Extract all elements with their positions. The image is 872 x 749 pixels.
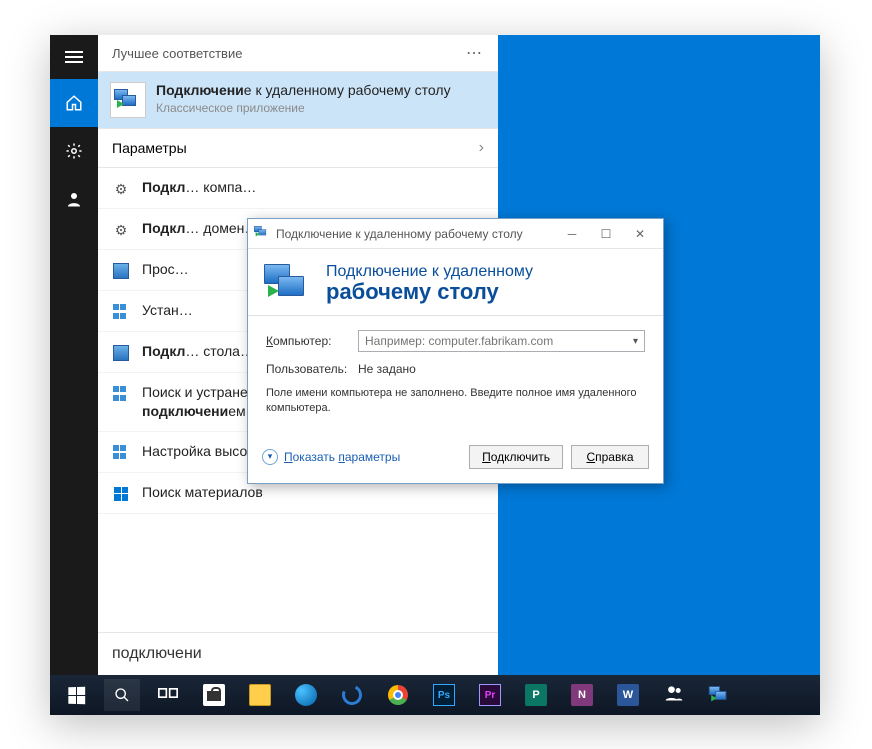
rdp-titlebar-icon xyxy=(254,226,270,242)
best-match-item[interactable]: Подключение к удаленному рабочему столу … xyxy=(98,72,498,129)
network-icon xyxy=(112,444,130,462)
result-label: Устан… xyxy=(142,301,193,320)
best-match-subtitle: Классическое приложение xyxy=(156,101,451,115)
desktop: Лучшее соответствие ⋯ Подключение к удал… xyxy=(50,35,820,675)
hamburger-icon xyxy=(65,51,83,63)
gear-icon xyxy=(112,221,130,239)
user-value: Не задано xyxy=(358,362,416,376)
search-result-item[interactable]: Подкл… компа… xyxy=(98,168,498,209)
chrome-icon xyxy=(388,685,408,705)
network-setting-icon xyxy=(112,262,130,280)
ie-icon xyxy=(339,682,365,708)
result-label: Подкл… компа… xyxy=(142,178,256,197)
search-icon xyxy=(104,679,140,711)
network-icon xyxy=(112,385,130,403)
taskbar-edge[interactable] xyxy=(284,675,328,715)
start-leftbar xyxy=(50,35,98,675)
taskbar-start[interactable] xyxy=(54,675,98,715)
chevron-down-icon[interactable]: ▾ xyxy=(626,331,644,351)
taskbar-ie[interactable] xyxy=(330,675,374,715)
minimize-button[interactable]: ─ xyxy=(555,220,589,248)
connect-button[interactable]: Подключить xyxy=(469,445,563,469)
onenote-icon: N xyxy=(571,684,593,706)
network-setting-icon xyxy=(112,344,130,362)
windows-icon xyxy=(112,485,130,503)
close-button[interactable]: ✕ xyxy=(623,220,657,248)
person-icon xyxy=(65,190,83,208)
maximize-button[interactable]: ☐ xyxy=(589,220,623,248)
leftbar-settings[interactable] xyxy=(50,127,98,175)
gear-icon xyxy=(112,180,130,198)
word-icon: W xyxy=(617,684,639,706)
gear-icon xyxy=(65,142,83,160)
taskbar-store[interactable] xyxy=(192,675,236,715)
best-match-title: Подключение к удаленному рабочему столу xyxy=(156,82,451,98)
photoshop-icon: Ps xyxy=(433,684,455,706)
dialog-title: Подключение к удаленному рабочему столу xyxy=(276,227,523,241)
computer-input[interactable] xyxy=(359,334,626,348)
start-header: Лучшее соответствие ⋯ xyxy=(98,35,498,72)
best-match-heading: Лучшее соответствие xyxy=(112,46,242,61)
hamburger-button[interactable] xyxy=(50,35,98,79)
home-icon xyxy=(65,94,83,112)
taskbar-photoshop[interactable]: Ps xyxy=(422,675,466,715)
taskbar-search[interactable] xyxy=(100,675,144,715)
taskbar-onenote[interactable]: N xyxy=(560,675,604,715)
taskbar-publisher[interactable]: P xyxy=(514,675,558,715)
chevron-down-icon: ▾ xyxy=(262,449,278,465)
dialog-heading-2: рабочему столу xyxy=(326,279,533,305)
edge-icon xyxy=(295,684,317,706)
rdp-dialog: Подключение к удаленному рабочему столу … xyxy=(247,218,664,484)
taskbar-word[interactable]: W xyxy=(606,675,650,715)
user-label: Пользователь: xyxy=(266,362,346,376)
rdp-icon xyxy=(110,82,146,118)
taskbar-chrome[interactable] xyxy=(376,675,420,715)
windows-icon xyxy=(68,686,85,704)
taskbar: Ps Pr P N W xyxy=(50,675,820,715)
taskview-icon xyxy=(158,685,178,706)
premiere-icon: Pr xyxy=(479,684,501,706)
result-label: Поиск материалов xyxy=(142,483,263,502)
publisher-icon: P xyxy=(525,684,547,706)
help-button[interactable]: Справка xyxy=(571,445,649,469)
settings-category[interactable]: Параметры › xyxy=(98,129,498,168)
network-icon xyxy=(112,303,130,321)
taskbar-premiere[interactable]: Pr xyxy=(468,675,512,715)
leftbar-people[interactable] xyxy=(50,175,98,223)
result-label: Подкл… стола… xyxy=(142,342,254,361)
more-button[interactable]: ⋯ xyxy=(466,43,484,63)
chevron-right-icon: › xyxy=(479,139,484,157)
search-box[interactable] xyxy=(98,632,498,675)
taskbar-people[interactable] xyxy=(652,675,696,715)
dialog-header: Подключение к удаленному рабочему столу xyxy=(248,249,663,316)
rdp-big-icon xyxy=(264,264,312,304)
taskbar-taskview[interactable] xyxy=(146,675,190,715)
explorer-icon xyxy=(249,684,271,706)
show-options-link[interactable]: ▾ Показать параметры xyxy=(262,449,400,465)
leftbar-home[interactable] xyxy=(50,79,98,127)
store-icon xyxy=(203,684,225,706)
result-label: Прос… xyxy=(142,260,189,279)
computer-label: Компьютер: xyxy=(266,334,346,348)
search-input[interactable] xyxy=(112,645,484,663)
dialog-hint: Поле имени компьютера не заполнено. Введ… xyxy=(266,386,645,417)
settings-label: Параметры xyxy=(112,140,187,156)
taskbar-rdp[interactable] xyxy=(698,675,742,715)
rdp-icon xyxy=(706,684,734,706)
taskbar-explorer[interactable] xyxy=(238,675,282,715)
computer-combo[interactable]: ▾ xyxy=(358,330,645,352)
people-icon xyxy=(664,683,684,708)
dialog-titlebar[interactable]: Подключение к удаленному рабочему столу … xyxy=(248,219,663,249)
result-label: Подкл… домен… xyxy=(142,219,258,238)
